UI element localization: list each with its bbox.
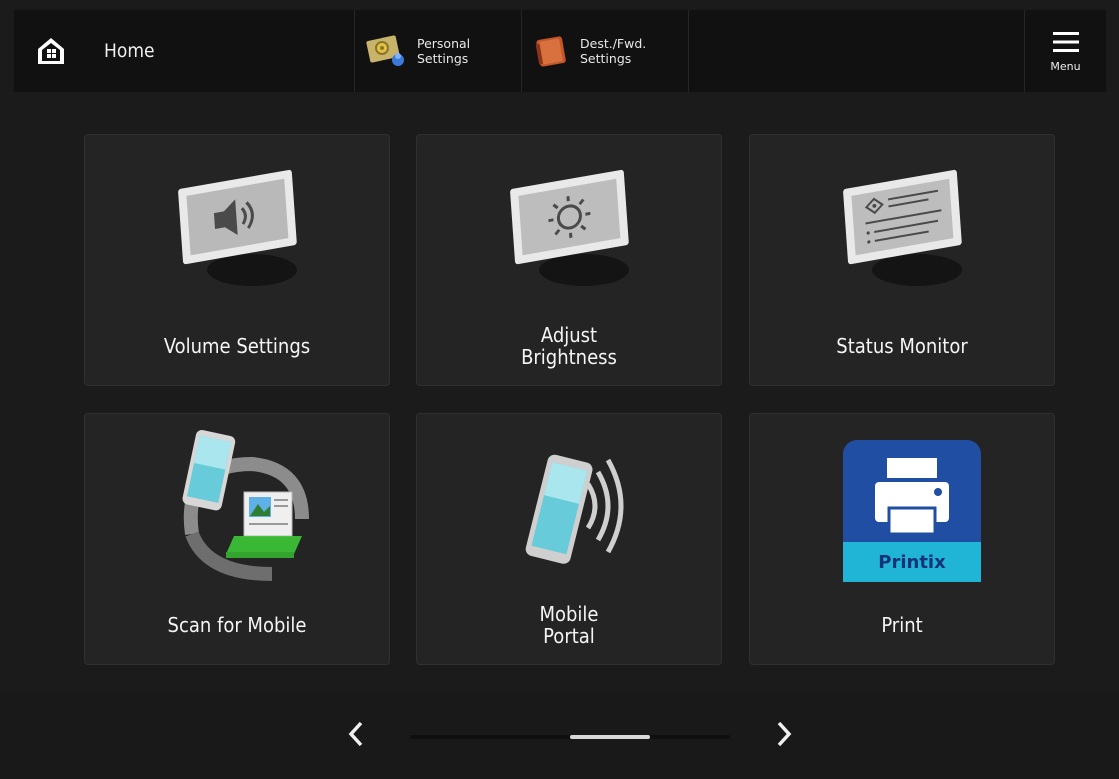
page-indicator[interactable] (410, 735, 730, 739)
tile-scan-for-mobile[interactable]: Scan for Mobile (84, 413, 390, 665)
mobile-portal-icon (417, 424, 721, 584)
status-icon (750, 145, 1054, 305)
personal-settings-icon (366, 35, 404, 66)
tile-label: Print (881, 613, 923, 637)
top-bar-spacer (689, 10, 1024, 92)
tile-label: Mobile Portal (539, 602, 599, 648)
printix-logo-text: Printix (878, 552, 946, 573)
dest-fwd-settings-button[interactable]: Dest./Fwd. Settings (522, 10, 688, 92)
tile-adjust-brightness[interactable]: Adjust Brightness (416, 134, 722, 386)
tile-volume-settings[interactable]: Volume Settings (84, 134, 390, 386)
page-indicator-thumb (570, 735, 650, 739)
tile-print[interactable]: Printix Print (749, 413, 1055, 665)
printix-icon: Printix (750, 424, 1054, 584)
chevron-right-icon (777, 721, 792, 747)
sun-icon (417, 145, 721, 305)
address-book-icon (535, 36, 566, 67)
home-button[interactable] (28, 28, 74, 74)
home-icon (38, 38, 64, 64)
tile-mobile-portal[interactable]: Mobile Portal (416, 413, 722, 665)
home-header: Home (14, 10, 354, 92)
menu-button[interactable]: Menu (1025, 10, 1106, 92)
dest-fwd-settings-label: Dest./Fwd. Settings (580, 36, 647, 66)
top-bar: Home Personal Settings Dest./Fwd. Settin… (14, 10, 1106, 92)
previous-page-button[interactable] (336, 714, 376, 754)
scan-mobile-icon (85, 424, 389, 584)
tile-label: Volume Settings (163, 334, 311, 358)
page-title: Home (104, 40, 155, 62)
bottom-bar (0, 692, 1119, 779)
personal-settings-button[interactable]: Personal Settings (355, 10, 521, 92)
tile-label: Scan for Mobile (167, 613, 307, 637)
personal-settings-label: Personal Settings (417, 36, 471, 66)
tile-label: Status Monitor (836, 334, 968, 358)
speaker-icon (85, 145, 389, 305)
hamburger-menu-icon (1052, 31, 1079, 52)
tile-label: Adjust Brightness (521, 323, 617, 369)
chevron-left-icon (348, 721, 363, 747)
menu-label: Menu (1050, 59, 1081, 73)
tile-status-monitor[interactable]: Status Monitor (749, 134, 1055, 386)
next-page-button[interactable] (764, 714, 804, 754)
